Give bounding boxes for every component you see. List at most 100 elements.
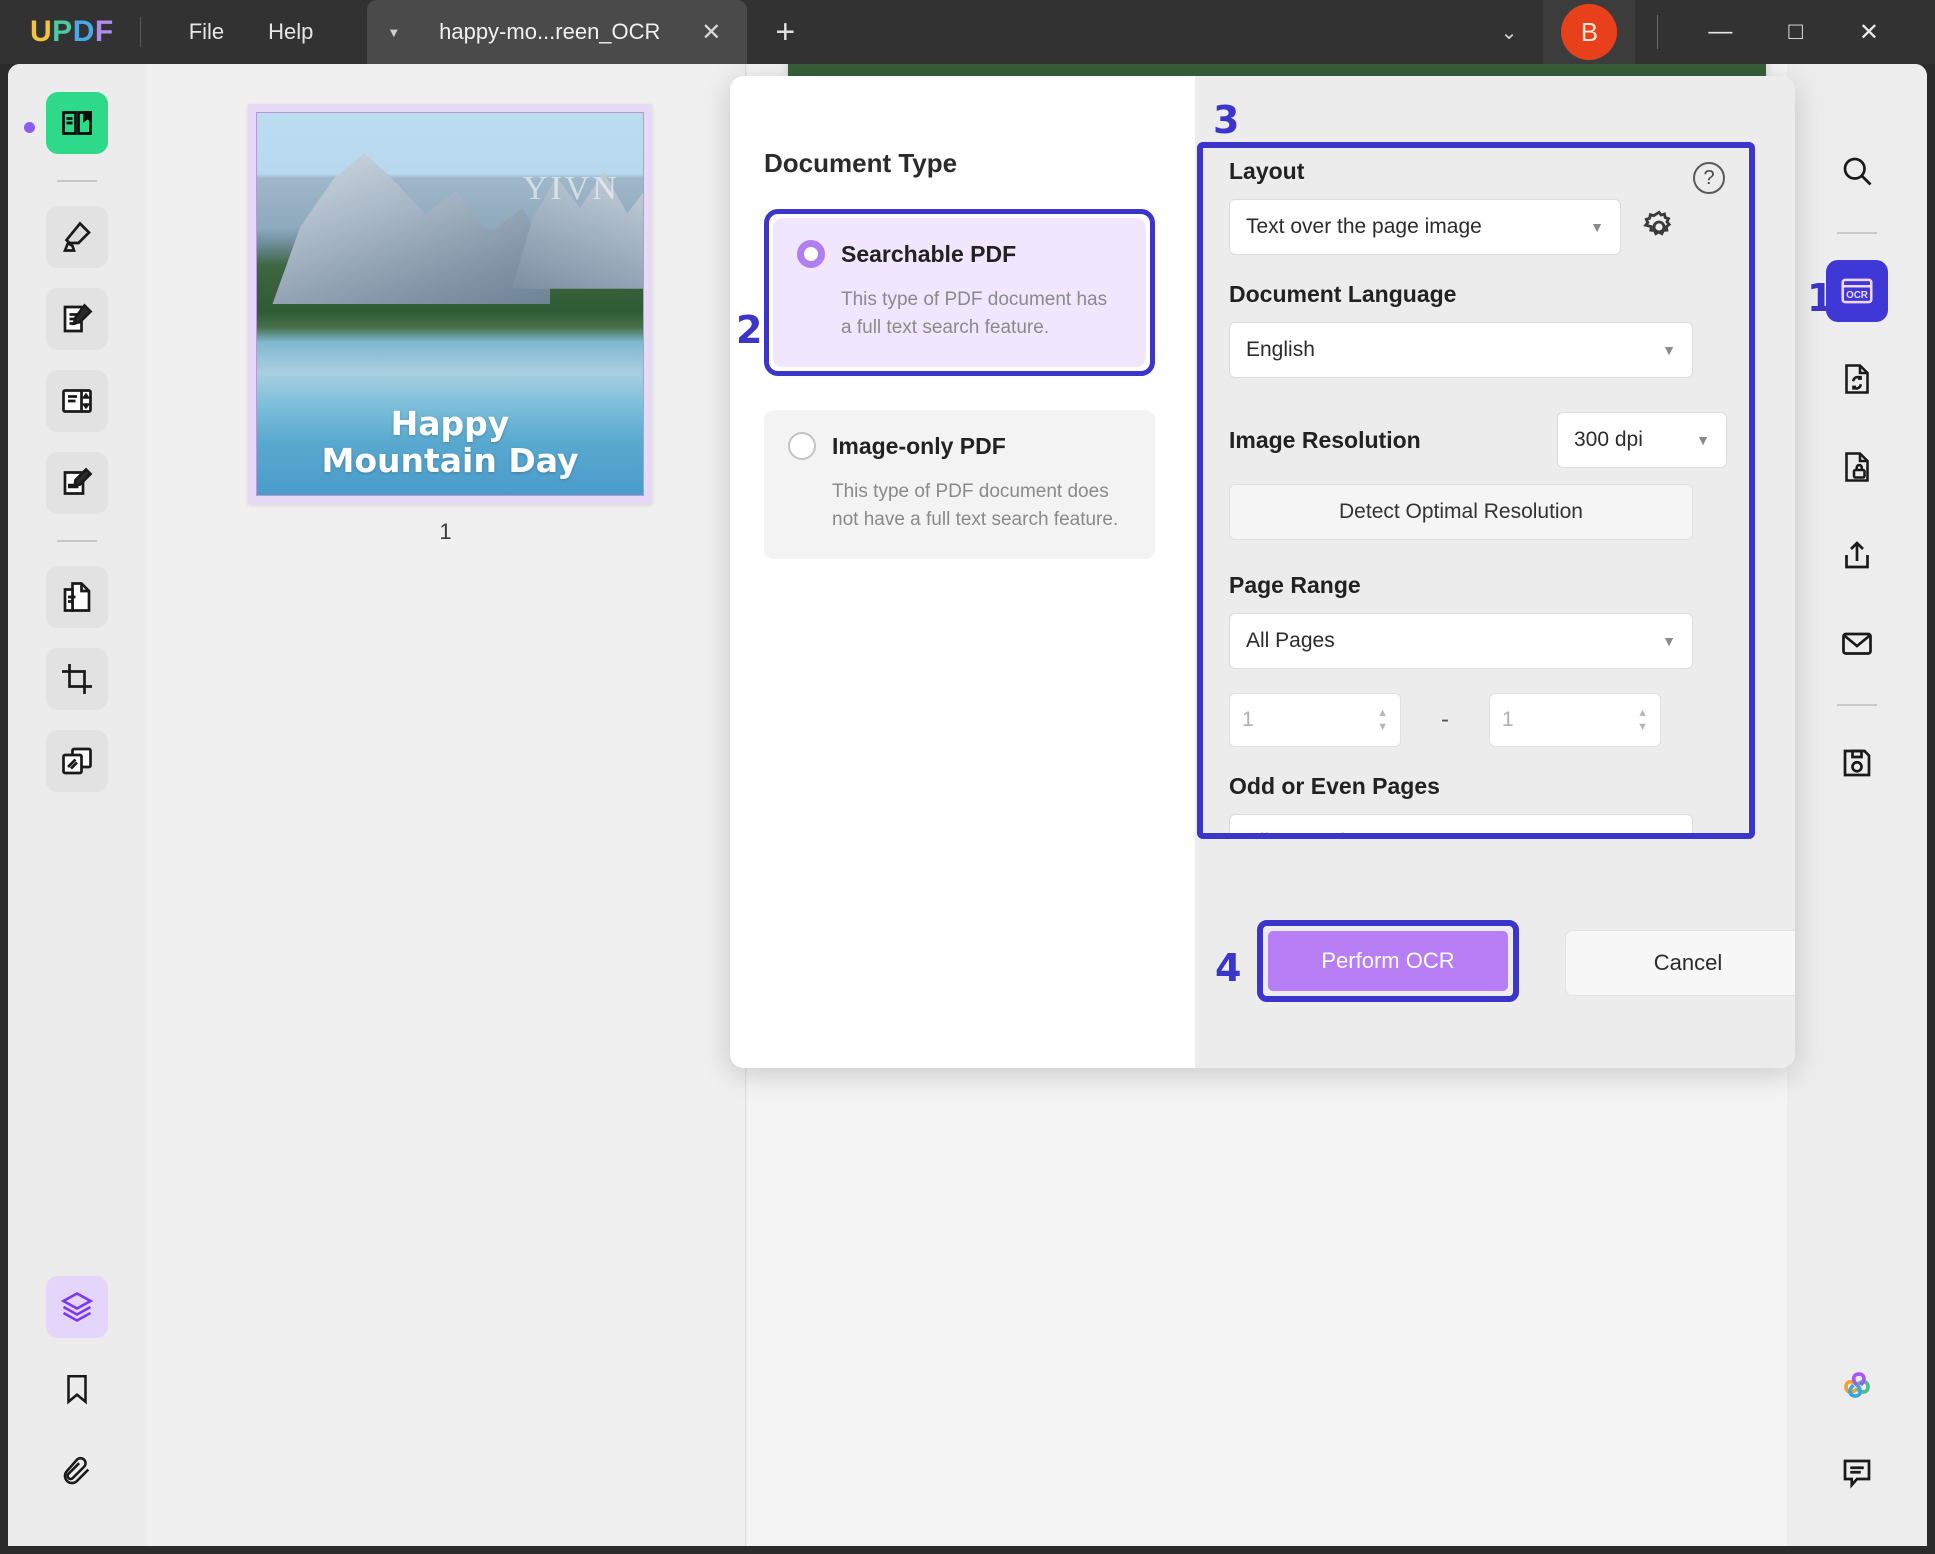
cancel-button[interactable]: Cancel xyxy=(1565,930,1795,996)
convert-file-icon xyxy=(1845,364,1869,394)
annotate-icon xyxy=(63,303,93,333)
layout-row: Text over the page image ▼ xyxy=(1229,199,1727,255)
tool-protect[interactable] xyxy=(1826,436,1888,498)
thumbnail-caption-line2: Mountain Day xyxy=(321,440,579,480)
document-tab[interactable]: ▼ happy-mo...reen_OCR ✕ xyxy=(367,0,748,64)
right-rail-separator-1 xyxy=(1837,232,1877,234)
titlebar-divider xyxy=(139,17,141,47)
tab-dropdown-icon[interactable]: ▼ xyxy=(387,25,400,40)
tool-convert[interactable] xyxy=(1826,348,1888,410)
layout-select-value: Text over the page image xyxy=(1246,215,1482,238)
titlebar-right-group: ⌄ B — □ ✕ xyxy=(1475,0,1935,70)
radio-searchable-pdf[interactable] xyxy=(797,240,825,268)
right-rail-separator-2 xyxy=(1837,704,1877,706)
chevron-down-icon[interactable]: ⌄ xyxy=(1475,8,1544,57)
attachment-icon xyxy=(63,1456,90,1485)
edit-pdf-icon xyxy=(63,467,93,495)
page-from-input[interactable]: 1 ▲ ▼ xyxy=(1229,693,1401,747)
document-language-label: Document Language xyxy=(1229,281,1457,307)
rail-separator-1 xyxy=(57,180,97,182)
close-window-button[interactable]: ✕ xyxy=(1831,8,1907,57)
document-language-select[interactable]: English ▼ xyxy=(1229,322,1693,378)
email-icon xyxy=(1842,632,1872,655)
perform-ocr-button[interactable]: Perform OCR xyxy=(1268,931,1508,991)
tool-share[interactable] xyxy=(1826,524,1888,586)
ocr-icon: OCR xyxy=(1841,278,1873,304)
updf-logo: U P D F xyxy=(30,15,114,49)
step-badge-4: 4 xyxy=(1215,946,1242,990)
option-searchable-pdf-description: This type of PDF document has a full tex… xyxy=(841,289,1108,338)
image-resolution-value: 300 dpi xyxy=(1574,428,1643,451)
crop-page-icon xyxy=(62,664,92,694)
menu-help[interactable]: Help xyxy=(246,11,335,53)
sidebar-item-convert[interactable] xyxy=(46,566,108,628)
document-type-section: Document Type Searchable PDF This type o… xyxy=(730,76,1195,1068)
sidebar-item-reader[interactable] xyxy=(46,92,108,154)
convert-pdf-icon xyxy=(63,582,91,612)
minimize-button[interactable]: — xyxy=(1680,8,1760,56)
thumbnail-panel: YIVN Happy Mountain Day 1 xyxy=(146,64,746,1546)
sidebar-item-bookmark[interactable] xyxy=(46,1358,108,1420)
step-badge-3: 3 xyxy=(1213,98,1240,142)
account-button[interactable]: B xyxy=(1543,0,1636,70)
sidebar-item-annotate[interactable] xyxy=(46,288,108,350)
tool-save[interactable] xyxy=(1826,732,1888,794)
gear-icon[interactable] xyxy=(1639,207,1679,247)
sidebar-item-highlighter[interactable] xyxy=(46,206,108,268)
option-searchable-pdf[interactable]: Searchable PDF This type of PDF document… xyxy=(773,218,1146,368)
share-icon xyxy=(1845,541,1869,569)
tool-email[interactable] xyxy=(1826,612,1888,674)
page-thumbnail[interactable]: YIVN Happy Mountain Day xyxy=(248,104,652,504)
odd-or-even-pages-select[interactable]: All Pages in Range ▼ xyxy=(1229,814,1693,839)
radio-image-only-pdf[interactable] xyxy=(788,432,816,461)
step-badge-1: 1 xyxy=(1807,276,1834,320)
page-from-value: 1 xyxy=(1242,708,1254,731)
close-icon[interactable]: ✕ xyxy=(695,18,727,47)
detect-optimal-resolution-button[interactable]: Detect Optimal Resolution xyxy=(1229,484,1693,540)
sidebar-item-page-tools[interactable] xyxy=(46,730,108,792)
sidebar-item-crop[interactable] xyxy=(46,648,108,710)
tool-comment[interactable] xyxy=(1826,1442,1888,1504)
rail-separator-2 xyxy=(57,540,97,542)
sidebar-item-organize-pages[interactable] xyxy=(46,370,108,432)
tool-ai-assistant[interactable] xyxy=(1826,1354,1888,1416)
menu-file[interactable]: File xyxy=(167,11,246,53)
thumbnail-mountain-shape xyxy=(272,153,551,304)
image-resolution-select[interactable]: 300 dpi ▼ xyxy=(1557,412,1727,468)
option-image-only-pdf[interactable]: Image-only PDF This type of PDF document… xyxy=(764,410,1155,560)
layout-label: Layout xyxy=(1229,158,1305,184)
tool-ocr[interactable]: OCR xyxy=(1826,260,1888,322)
odd-or-even-pages-label: Odd or Even Pages xyxy=(1229,773,1440,799)
option-image-only-pdf-description: This type of PDF document does not have … xyxy=(832,481,1119,530)
option-searchable-pdf-label: Searchable PDF xyxy=(841,240,1017,267)
option-searchable-pdf-head: Searchable PDF xyxy=(797,240,1122,268)
layout-select[interactable]: Text over the page image ▼ xyxy=(1229,199,1621,255)
image-resolution-row: Image Resolution 300 dpi ▼ xyxy=(1229,412,1727,468)
logo-letter-p: P xyxy=(52,15,73,48)
search-icon xyxy=(1843,157,1872,186)
chevron-down-icon: ▼ xyxy=(1662,633,1676,649)
spinner-arrows-icon[interactable]: ▲ ▼ xyxy=(1377,707,1388,733)
ocr-settings-panel: ? Layout Text over the page image ▼ Docu… xyxy=(1197,142,1755,839)
page-to-input[interactable]: 1 ▲ ▼ xyxy=(1489,693,1661,747)
sidebar-item-attachment[interactable] xyxy=(46,1440,108,1502)
spinner-arrows-icon[interactable]: ▲ ▼ xyxy=(1637,707,1648,733)
sidebar-item-edit[interactable] xyxy=(46,452,108,514)
page-range-inputs-row: 1 ▲ ▼ - 1 ▲ ▼ xyxy=(1229,693,1727,747)
sidebar-item-layers[interactable] xyxy=(46,1276,108,1338)
page-range-value: All Pages xyxy=(1246,629,1335,652)
page-range-select[interactable]: All Pages ▼ xyxy=(1229,613,1693,669)
maximize-button[interactable]: □ xyxy=(1760,8,1831,56)
thumbnail-image: YIVN Happy Mountain Day xyxy=(256,112,644,496)
page-to-value: 1 xyxy=(1502,708,1514,731)
ocr-dialog: Document Type Searchable PDF This type o… xyxy=(730,76,1795,1068)
tab-title: happy-mo...reen_OCR xyxy=(439,19,661,44)
right-toolbar: 1 OCR xyxy=(1787,64,1927,1546)
new-tab-button[interactable]: + xyxy=(775,13,795,52)
image-resolution-label: Image Resolution xyxy=(1229,426,1421,453)
tool-search[interactable] xyxy=(1826,140,1888,202)
help-icon[interactable]: ? xyxy=(1693,162,1725,194)
avatar: B xyxy=(1561,4,1618,60)
svg-text:OCR: OCR xyxy=(1846,290,1868,301)
chevron-down-icon: ▼ xyxy=(1662,834,1676,839)
